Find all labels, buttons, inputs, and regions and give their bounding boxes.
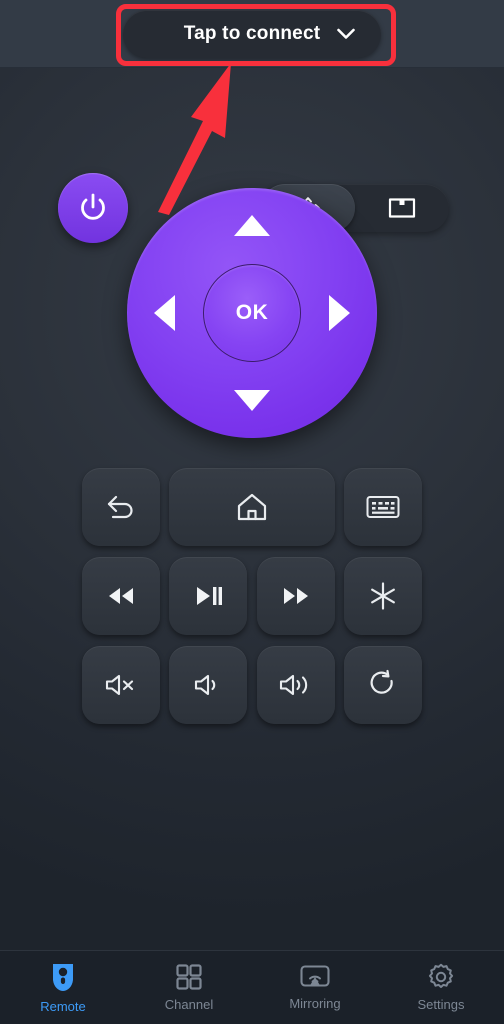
dpad-down-button[interactable] [234, 390, 270, 411]
dpad-section: OK [0, 178, 504, 448]
nav-label-mirroring: Mirroring [289, 996, 341, 1011]
volume-up-icon [277, 671, 315, 699]
refresh-icon [367, 669, 399, 701]
ok-button[interactable]: OK [203, 264, 301, 362]
rewind-button[interactable] [82, 557, 160, 635]
volume-down-icon [191, 671, 225, 699]
nav-label-remote: Remote [40, 999, 86, 1014]
remote-icon [50, 961, 76, 993]
volume-mute-icon [103, 671, 139, 699]
keyboard-icon [365, 493, 401, 521]
nav-item-mirroring[interactable]: Mirroring [252, 964, 378, 1011]
keypad-row-2 [82, 557, 422, 635]
top-controls-row [0, 68, 504, 243]
grid-icon [175, 963, 203, 991]
keyboard-button[interactable] [344, 468, 422, 546]
home-button[interactable] [169, 468, 335, 546]
nav-item-remote[interactable]: Remote [0, 961, 126, 1014]
connect-button-label: Tap to connect [183, 22, 321, 44]
volume-up-button[interactable] [256, 646, 335, 724]
asterisk-icon [367, 580, 399, 612]
cast-icon [299, 964, 331, 990]
app-header: Tap to connect [0, 0, 504, 68]
volume-down-button[interactable] [169, 646, 248, 724]
home-icon [235, 491, 269, 523]
dpad-left-button[interactable] [154, 295, 175, 331]
bottom-navigation: Remote Channel Mirroring Settings [0, 950, 504, 1024]
nav-label-settings: Settings [417, 997, 465, 1012]
remote-app-screen: Tap to connect OK Remote Channel Mirrori… [0, 0, 504, 1024]
nav-label-channel: Channel [164, 997, 214, 1012]
rewind-icon [103, 583, 139, 609]
keypad-row-1 [82, 468, 422, 546]
refresh-button[interactable] [343, 646, 422, 724]
play-pause-button[interactable] [169, 557, 248, 635]
keypad-row-3 [82, 646, 422, 724]
dpad-up-button[interactable] [234, 215, 270, 236]
dpad-right-button[interactable] [329, 295, 350, 331]
chevron-down-icon [337, 28, 355, 39]
play-pause-icon [191, 583, 225, 609]
back-button[interactable] [82, 468, 160, 546]
keypad-grid [0, 448, 504, 735]
asterisk-button[interactable] [343, 557, 422, 635]
gear-icon [427, 963, 455, 991]
nav-item-channel[interactable]: Channel [126, 963, 252, 1012]
connect-button[interactable]: Tap to connect [123, 9, 381, 58]
ok-button-label: OK [235, 301, 269, 324]
fast-forward-icon [278, 583, 314, 609]
mute-button[interactable] [82, 646, 160, 724]
dpad-control[interactable]: OK [127, 188, 377, 438]
fast-forward-button[interactable] [256, 557, 335, 635]
nav-item-settings[interactable]: Settings [378, 963, 504, 1012]
back-arrow-icon [104, 492, 138, 522]
